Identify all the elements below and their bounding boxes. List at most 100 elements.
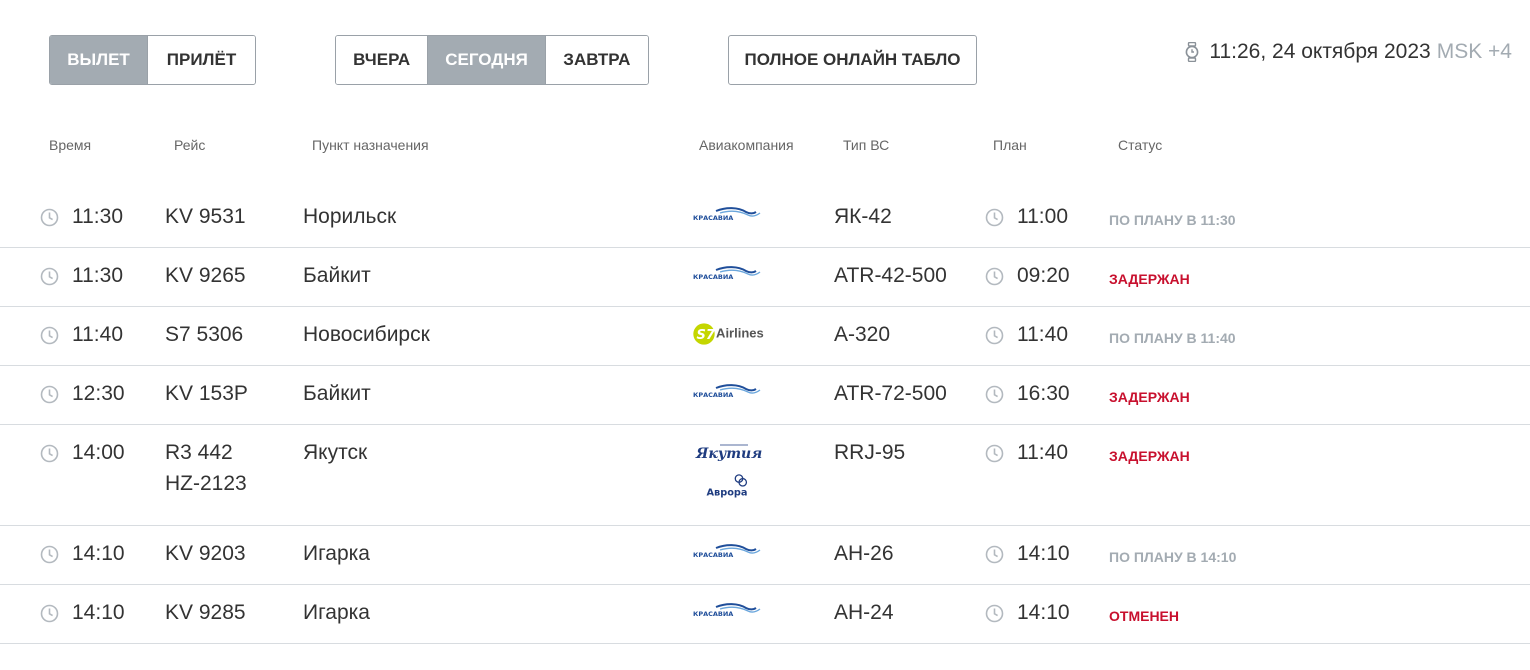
watch-icon [1185, 42, 1199, 62]
flight-numbers: KV 9265 [165, 260, 246, 291]
tab-arrivals[interactable]: ПРИЛЁТ [147, 36, 255, 84]
flight-number: KV 9265 [165, 264, 246, 287]
destination: Игарка [303, 601, 370, 624]
flight-status: ЗАДЕРЖАН [1109, 389, 1190, 405]
airline-logos: КРАСАВИА [690, 599, 770, 625]
departure-time-cell: 14:10 [40, 542, 125, 566]
clock-icon [985, 545, 1004, 563]
flight-number: R3 442 [165, 441, 233, 464]
table-row[interactable]: 14:10 KV 9285 Игарка КРАСАВИА АН-24 14:10 ОТМЕ… [0, 585, 1530, 644]
tab-yesterday[interactable]: ВЧЕРА [336, 36, 428, 84]
departure-time: 11:30 [72, 205, 123, 228]
clock-icon [40, 444, 59, 462]
table-row[interactable]: 14:10 KV 9203 Игарка КРАСАВИА АН-26 14:10 ПО П… [0, 526, 1530, 585]
tab-tomorrow[interactable]: ЗАВТРА [544, 36, 648, 84]
airline-logos: КРАСАВИА [690, 262, 770, 288]
full-online-board-button[interactable]: ПОЛНОЕ ОНЛАЙН ТАБЛО [728, 35, 977, 85]
aircraft-type: RRJ-95 [834, 441, 906, 464]
departure-time-cell: 11:30 [40, 205, 123, 229]
column-aircraft: Тип ВС [843, 137, 890, 153]
destination: Новосибирск [303, 323, 430, 346]
clock-icon [985, 444, 1004, 462]
planned-time: 09:20 [1017, 264, 1070, 287]
planned-time: 14:10 [1017, 542, 1070, 565]
direction-switch: ВЫЛЕТ ПРИЛЁТ [49, 35, 256, 85]
aircraft-type: ATR-72-500 [834, 382, 947, 405]
krasavia-logo: КРАСАВИА [693, 544, 761, 559]
flight-numbers: R3 442 HZ-2123 [165, 437, 247, 499]
column-destination: Пункт назначения [312, 137, 429, 153]
table-row[interactable]: 11:40 S7 5306 Новосибирск S7 Airlines А-320 11… [0, 307, 1530, 366]
planned-time-cell: 14:10 [985, 542, 1070, 566]
table-row[interactable]: 12:30 KV 153Р Байкит КРАСАВИА ATR-72-500 16:3… [0, 366, 1530, 425]
flight-number: S7 5306 [165, 323, 244, 346]
svg-text:Airlines: Airlines [716, 326, 764, 341]
departure-time-cell: 14:00 [40, 441, 125, 465]
column-plan: План [993, 137, 1027, 153]
destination: Норильск [303, 205, 397, 228]
svg-text:Якутия: Якутия [695, 446, 762, 462]
table-row[interactable]: 14:00 R3 442 HZ-2123 Якутск Якутия Аврора RRJ-… [0, 425, 1530, 526]
day-switch: ВЧЕРА СЕГОДНЯ ЗАВТРА [335, 35, 649, 85]
planned-time-cell: 11:40 [985, 441, 1068, 465]
flight-numbers: KV 9203 [165, 538, 246, 569]
table-row[interactable]: 11:30 KV 9531 Норильск КРАСАВИА ЯК-42 11:00 ПО… [0, 189, 1530, 248]
tab-today[interactable]: СЕГОДНЯ [427, 36, 545, 84]
table-row[interactable]: 11:30 KV 9265 Байкит КРАСАВИА ATR-42-500 09:2… [0, 248, 1530, 307]
aircraft-type: А-320 [834, 323, 891, 346]
destination: Байкит [303, 264, 371, 287]
destination: Байкит [303, 382, 371, 405]
column-time: Время [49, 137, 92, 153]
s7-airlines-logo: S7 Airlines [693, 323, 764, 345]
planned-time: 16:30 [1017, 382, 1070, 405]
flight-number: KV 153Р [165, 382, 248, 405]
column-flight: Рейс [174, 137, 206, 153]
planned-time: 11:00 [1017, 205, 1068, 228]
column-status: Статус [1118, 137, 1163, 153]
svg-text:Аврора: Аврора [707, 487, 748, 498]
column-airline: Авиакомпания [699, 137, 794, 153]
planned-time-cell: 16:30 [985, 382, 1070, 406]
airline-logos: КРАСАВИА [690, 203, 770, 229]
clock-icon [985, 385, 1004, 403]
krasavia-logo: КРАСАВИА [693, 603, 761, 618]
departure-time-cell: 12:30 [40, 382, 125, 406]
planned-time: 14:10 [1017, 601, 1070, 624]
planned-time-cell: 11:00 [985, 205, 1068, 229]
departure-time: 12:30 [72, 382, 125, 405]
departure-time-cell: 11:30 [40, 264, 123, 288]
clock-timezone: MSK +4 [1436, 40, 1512, 63]
svg-text:КРАСАВИА: КРАСАВИА [693, 391, 733, 399]
flight-status: ПО ПЛАНУ В 11:40 [1109, 330, 1236, 346]
svg-text:КРАСАВИА: КРАСАВИА [693, 551, 733, 559]
airline-logos: КРАСАВИА [690, 380, 770, 406]
clock-icon [985, 326, 1004, 344]
flight-numbers: KV 153Р [165, 378, 248, 409]
departure-time: 11:30 [72, 264, 123, 287]
clock-icon [40, 545, 59, 563]
departure-time: 14:10 [72, 542, 125, 565]
flight-status: ОТМЕНЕН [1109, 608, 1179, 624]
svg-text:S7: S7 [697, 328, 716, 343]
clock-icon [985, 604, 1004, 622]
departure-time: 14:00 [72, 441, 125, 464]
airline-logos: Якутия Аврора [690, 439, 770, 499]
flight-status: ПО ПЛАНУ В 11:30 [1109, 212, 1236, 228]
tab-departures[interactable]: ВЫЛЕТ [50, 36, 148, 84]
krasavia-logo: КРАСАВИА [693, 266, 761, 281]
clock-icon [40, 385, 59, 403]
airline-logos: КРАСАВИА [690, 540, 770, 566]
aircraft-type: ATR-42-500 [834, 264, 947, 287]
clock-datetime: 11:26, 24 октября 2023 [1209, 40, 1431, 63]
aircraft-type: АН-24 [834, 601, 894, 624]
planned-time-cell: 11:40 [985, 323, 1068, 347]
planned-time: 11:40 [1017, 441, 1068, 464]
current-time: 11:26, 24 октября 2023 MSK +4 [1185, 40, 1512, 64]
svg-text:КРАСАВИА: КРАСАВИА [693, 610, 733, 618]
clock-icon [40, 267, 59, 285]
destination: Якутск [303, 441, 368, 464]
airline-logos: S7 Airlines [690, 321, 770, 347]
clock-icon [40, 208, 59, 226]
flight-numbers: S7 5306 [165, 319, 243, 350]
flight-status: ЗАДЕРЖАН [1109, 448, 1190, 464]
